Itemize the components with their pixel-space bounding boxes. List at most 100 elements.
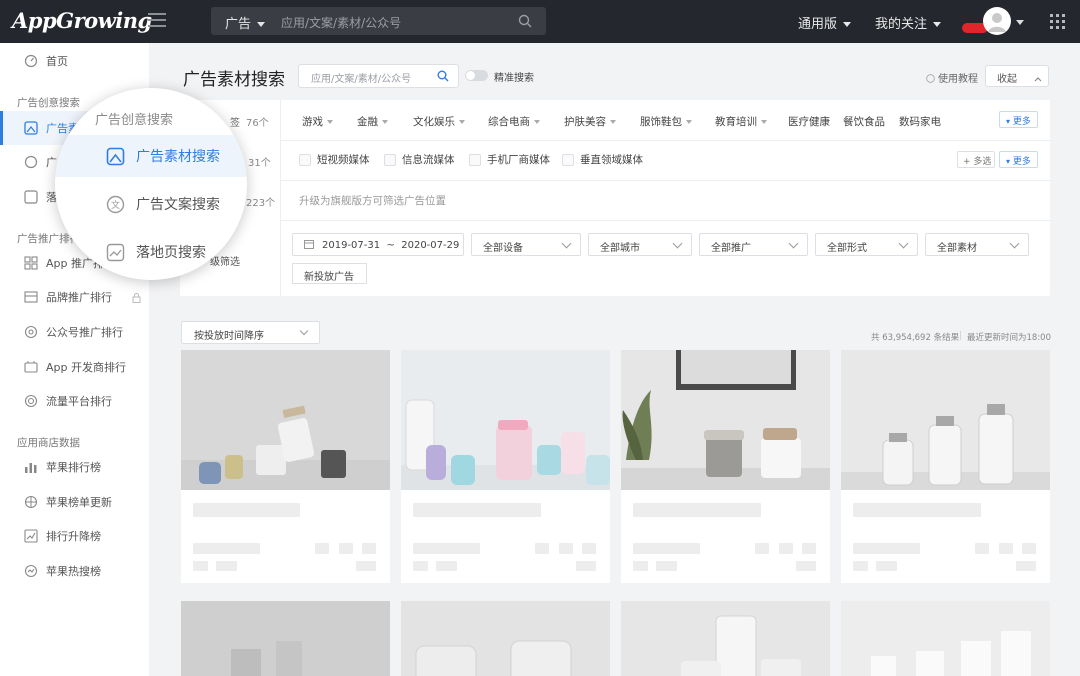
global-search-input[interactable]: 应用/文案/素材/公众号 xyxy=(281,14,401,31)
media-feed[interactable]: 信息流媒体 xyxy=(384,152,455,167)
category-label: 餐饮食品 xyxy=(843,116,885,128)
media-vertical[interactable]: 垂直领域媒体 xyxy=(562,152,643,167)
category-health[interactable]: 医疗健康 xyxy=(788,114,830,129)
sidebar-item-apple-update[interactable]: 苹果榜单更新 xyxy=(0,485,149,519)
ad-thumbnail[interactable] xyxy=(621,350,830,490)
top-navigation-bar: AppGrowing 广告 应用/文案/素材/公众号 通用版 我的关注 xyxy=(0,0,1080,43)
ad-image xyxy=(621,601,830,676)
media-phone-vendor[interactable]: 手机厂商媒体 xyxy=(469,152,550,167)
chevron-down-icon xyxy=(788,238,799,249)
sidebar-item-label: 排行升降榜 xyxy=(46,530,101,543)
ad-card[interactable] xyxy=(621,350,830,583)
more-categories-button[interactable]: ▾ 更多 xyxy=(999,111,1038,128)
my-follow-menu[interactable]: 我的关注 xyxy=(875,13,942,32)
ad-card[interactable] xyxy=(181,350,390,583)
ad-thumbnail[interactable] xyxy=(401,601,610,676)
ad-card[interactable] xyxy=(841,350,1050,583)
city-dropdown[interactable]: 全部城市 xyxy=(588,233,692,256)
chevron-down-icon xyxy=(299,326,309,336)
promotion-dropdown[interactable]: 全部推广 xyxy=(699,233,808,256)
placeholder-bar xyxy=(876,561,897,571)
material-dropdown[interactable]: 全部素材 xyxy=(925,233,1029,256)
placeholder-bar xyxy=(362,543,376,554)
format-dropdown[interactable]: 全部形式 xyxy=(815,233,918,256)
more-media-button[interactable]: ▾ 更多 xyxy=(999,151,1038,168)
checkbox[interactable] xyxy=(384,153,396,166)
ad-thumbnail[interactable] xyxy=(841,350,1050,490)
version-label: 通用版 xyxy=(798,17,838,32)
ad-thumbnail[interactable] xyxy=(401,350,610,490)
ad-image xyxy=(401,350,610,490)
dropdown-label: 全部素材 xyxy=(937,243,977,254)
collapse-button[interactable]: 收起 xyxy=(985,65,1049,87)
category-beauty[interactable]: 护肤美容 xyxy=(564,114,616,129)
user-icon xyxy=(988,13,1006,32)
category-label: 数码家电 xyxy=(899,116,941,128)
svg-text:文: 文 xyxy=(111,199,120,211)
ad-thumbnail[interactable] xyxy=(181,350,390,490)
exact-search-label: 精准搜索 xyxy=(494,73,534,84)
sidebar-item-apple-ranking[interactable]: 苹果排行榜 xyxy=(0,450,149,484)
new-ads-tag[interactable]: 新投放广告 xyxy=(292,263,367,284)
placeholder-bar xyxy=(413,543,480,554)
date-range-picker[interactable]: 2019-07-31 ~ 2020-07-29 xyxy=(292,233,464,256)
checkbox[interactable] xyxy=(299,153,311,166)
official-account-icon xyxy=(24,325,38,339)
material-search-input[interactable]: 应用/文案/素材/公众号 xyxy=(298,64,459,88)
bar-chart-icon xyxy=(25,463,37,473)
placeholder-bar xyxy=(193,543,260,554)
category-label: 游戏 xyxy=(302,116,323,128)
multi-select-button[interactable]: + 多选 xyxy=(957,151,995,168)
ad-thumbnail[interactable] xyxy=(181,601,390,676)
sidebar-item-rank-change[interactable]: 排行升降榜 xyxy=(0,519,149,553)
sidebar-item-home[interactable]: 首页 xyxy=(0,44,149,78)
global-search-bar[interactable]: 广告 应用/文案/素材/公众号 xyxy=(211,7,546,35)
user-avatar[interactable] xyxy=(983,7,1011,35)
apps-grid-icon[interactable] xyxy=(1050,14,1065,29)
media-short-video[interactable]: 短视频媒体 xyxy=(299,152,370,167)
sort-dropdown[interactable]: 按投放时间降序 xyxy=(181,321,320,344)
magnifier-item-material[interactable]: 广告素材搜索 xyxy=(55,135,247,177)
avatar-chevron-icon[interactable] xyxy=(1016,15,1024,30)
category-food[interactable]: 餐饮食品 xyxy=(843,114,885,129)
category-ecommerce[interactable]: 综合电商 xyxy=(488,114,540,129)
sidebar-item-traffic-ranking[interactable]: 流量平台排行 xyxy=(0,384,149,418)
app-logo[interactable]: AppGrowing xyxy=(12,8,152,33)
sidebar-item-official-account-ranking[interactable]: 公众号推广排行 xyxy=(0,315,149,349)
sidebar-item-developer-ranking[interactable]: App 开发商排行 xyxy=(0,350,149,384)
ad-thumbnail[interactable] xyxy=(841,601,1050,676)
search-icon[interactable] xyxy=(518,14,532,28)
search-category-select[interactable]: 广告 xyxy=(225,13,266,32)
chevron-down-icon xyxy=(933,22,942,27)
magnifier-overlay: 广告创意搜索 广告素材搜索 文 广告文案搜索 落地页搜索 xyxy=(55,88,247,280)
ad-image xyxy=(181,350,390,490)
ad-thumbnail[interactable] xyxy=(621,601,830,676)
ad-image xyxy=(841,350,1050,490)
category-finance[interactable]: 金融 xyxy=(357,114,388,129)
exact-search-toggle[interactable] xyxy=(465,70,488,81)
magnifier-item-landing[interactable]: 落地页搜索 xyxy=(55,231,247,273)
search-icon[interactable] xyxy=(437,70,449,82)
category-label: 综合电商 xyxy=(488,116,530,128)
tutorial-link[interactable]: 使用教程 xyxy=(926,70,978,85)
checkbox[interactable] xyxy=(469,153,481,166)
brand-icon xyxy=(24,291,38,303)
ad-card[interactable] xyxy=(401,350,610,583)
category-game[interactable]: 游戏 xyxy=(302,114,333,129)
category-electronics[interactable]: 数码家电 xyxy=(899,114,941,129)
menu-toggle-icon[interactable] xyxy=(148,13,166,29)
placeholder-bar xyxy=(633,543,700,554)
checkbox[interactable] xyxy=(562,153,574,166)
category-fashion[interactable]: 服饰鞋包 xyxy=(640,114,692,129)
filter-count: 76个 xyxy=(246,118,269,129)
placeholder-bar xyxy=(413,503,541,517)
version-switch[interactable]: 通用版 xyxy=(798,13,852,32)
sidebar-item-brand-ranking[interactable]: 品牌推广排行 xyxy=(0,280,149,314)
chevron-up-icon xyxy=(1034,77,1042,82)
device-dropdown[interactable]: 全部设备 xyxy=(471,233,581,256)
magnifier-item-copy[interactable]: 文 广告文案搜索 xyxy=(55,183,247,225)
sidebar-item-hot-search[interactable]: 苹果热搜榜 xyxy=(0,554,149,588)
category-education[interactable]: 教育培训 xyxy=(715,114,767,129)
category-culture[interactable]: 文化娱乐 xyxy=(413,114,465,129)
date-end: 2020-07-29 xyxy=(401,240,460,251)
